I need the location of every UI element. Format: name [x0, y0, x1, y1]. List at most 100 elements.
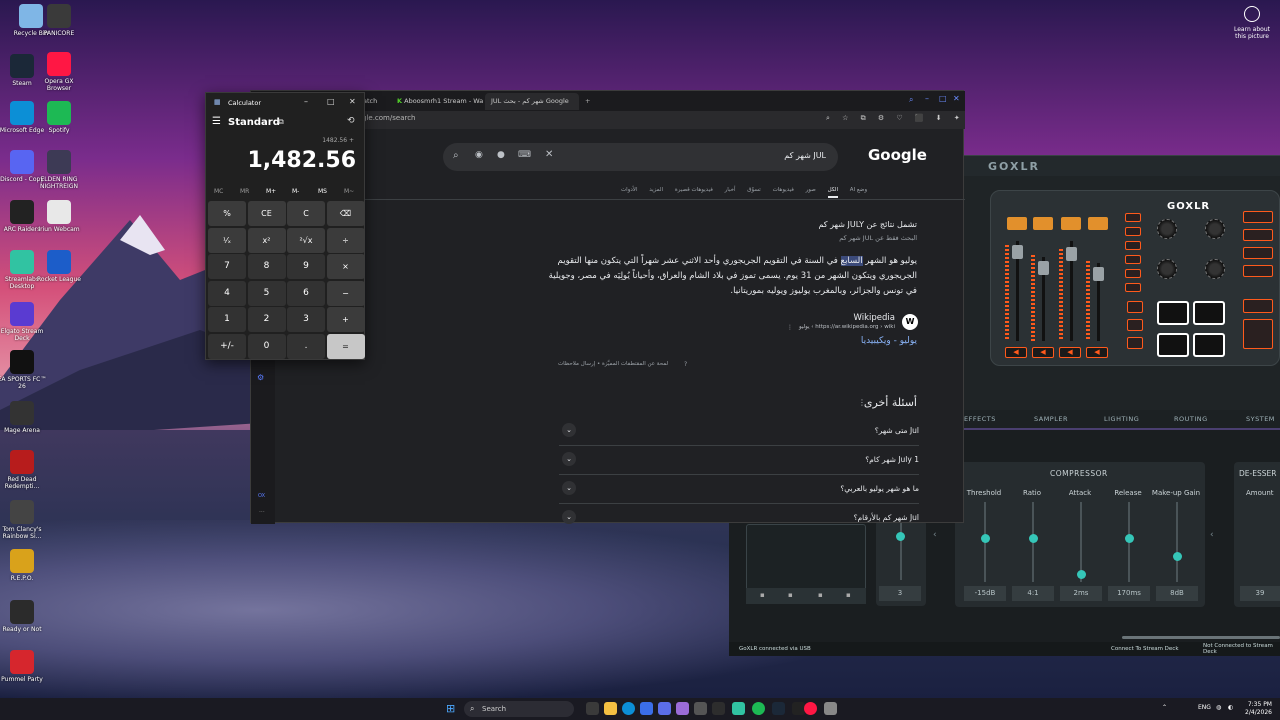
volume-icon[interactable]: ◐ — [1228, 704, 1233, 711]
fader-handle-3[interactable] — [1066, 247, 1077, 261]
param-slider-handle[interactable] — [1076, 570, 1086, 580]
xbox-icon[interactable] — [712, 702, 725, 715]
desktop-icon[interactable]: Red Dead Redempti... — [0, 450, 47, 490]
more-options-icon[interactable]: ⋮ — [858, 398, 866, 407]
minimize-icon[interactable]: – — [925, 94, 929, 103]
google-logo[interactable]: Google — [868, 146, 927, 164]
decimal-button[interactable]: . — [287, 333, 325, 359]
param-value[interactable]: -15dB — [964, 586, 1006, 601]
desktop-icon[interactable]: Spotify — [34, 101, 84, 134]
tab-tools[interactable]: الأدوات — [621, 187, 637, 193]
fader-handle-4[interactable] — [1093, 267, 1104, 281]
copy-icon[interactable]: ▪ — [818, 591, 823, 599]
digit-6-button[interactable]: 6 — [287, 280, 325, 306]
memory-list-button[interactable]: M~ — [344, 188, 354, 195]
percent-button[interactable]: % — [208, 201, 246, 226]
calculator-icon[interactable] — [824, 702, 837, 715]
backspace-button[interactable]: ⌫ — [326, 201, 365, 226]
maximize-icon[interactable]: □ — [939, 94, 947, 103]
sample-pad[interactable] — [1193, 333, 1225, 357]
preset-button[interactable] — [1243, 211, 1273, 223]
lens-icon[interactable]: ◉ — [475, 150, 483, 160]
multiply-button[interactable]: × — [326, 254, 365, 279]
digit-3-button[interactable]: 3 — [287, 307, 325, 332]
param-slider-handle[interactable] — [980, 534, 990, 544]
param-value[interactable]: 4:1 — [1012, 586, 1054, 601]
tab-news[interactable]: أخبار — [725, 187, 736, 193]
effect-button[interactable] — [1125, 227, 1141, 236]
keep-on-top-icon[interactable]: ⧉ — [278, 117, 284, 127]
result-subheading[interactable]: البحث فقط عن JUL شهر كم — [839, 234, 917, 242]
tab-sampler[interactable]: SAMPLER — [1034, 415, 1068, 423]
param-value[interactable]: 170ms — [1108, 586, 1150, 601]
new-tab-icon[interactable]: + — [579, 93, 596, 110]
fx-button[interactable] — [1243, 299, 1273, 313]
toolbar-icons[interactable]: ⌕ ☆ ⧉ ⚙ ♡ ⬛ ⬇ ✦ — [826, 114, 965, 123]
chevron-left-icon[interactable]: ‹ — [1210, 530, 1214, 540]
divide-button[interactable]: ÷ — [326, 227, 365, 253]
google-search-box[interactable]: ⌕ ◉ ● ⌨ ✕ JUL شهر كم — [443, 143, 838, 171]
language-indicator[interactable]: ENG — [1198, 704, 1211, 711]
source-link[interactable]: يوليو - ويكيبيديا — [861, 336, 917, 346]
fader-select-3[interactable]: ◀ — [1059, 347, 1081, 358]
mic-mute-button[interactable] — [1243, 319, 1273, 349]
desktop-icon[interactable]: Elgato Stream Deck — [0, 302, 47, 342]
sample-pad[interactable] — [1193, 301, 1225, 325]
fader-mute-4[interactable] — [1088, 217, 1108, 230]
chevron-down-icon[interactable]: ⌄ — [562, 510, 576, 524]
question-row[interactable]: Jul متى شهر؟ ⌄ — [559, 417, 919, 446]
sample-bank-a[interactable] — [1127, 301, 1143, 313]
desktop-icon[interactable]: PANICORE — [34, 4, 84, 37]
feedback-links[interactable]: لمحة عن المقتطفات المميَّزة • إرسال ملاح… — [558, 361, 668, 367]
fader-select-4[interactable]: ◀ — [1086, 347, 1108, 358]
question-row[interactable]: 1 July شهر كام؟ ⌄ — [559, 446, 919, 475]
fader-select-2[interactable]: ◀ — [1032, 347, 1054, 358]
memory-subtract-button[interactable]: M- — [292, 188, 299, 195]
digit-0-button[interactable]: 0 — [247, 333, 286, 359]
digit-7-button[interactable]: 7 — [208, 254, 246, 279]
fader-mute-1[interactable] — [1007, 217, 1027, 230]
memory-store-button[interactable]: MS — [318, 188, 327, 195]
digit-1-button[interactable]: 1 — [208, 307, 246, 332]
discord-icon[interactable] — [658, 702, 671, 715]
gender-knob[interactable] — [1205, 259, 1225, 279]
preset-button[interactable] — [1243, 265, 1273, 277]
reciprocal-button[interactable]: ¹⁄ₓ — [208, 227, 246, 253]
task-view-icon[interactable] — [586, 702, 599, 715]
fader-handle-1[interactable] — [1012, 245, 1023, 259]
tab-lighting[interactable]: LIGHTING — [1104, 415, 1139, 423]
effect-button[interactable] — [1125, 241, 1141, 250]
subtract-button[interactable]: − — [326, 280, 365, 306]
minimize-icon[interactable]: – — [304, 97, 308, 106]
save-icon[interactable]: ▪ — [760, 591, 765, 599]
close-icon[interactable]: ✕ — [349, 97, 356, 106]
settings-icon[interactable]: ⚙ — [257, 373, 264, 382]
spotify-icon[interactable] — [752, 702, 765, 715]
steam-icon[interactable] — [772, 702, 785, 715]
maximize-icon[interactable]: □ — [327, 97, 335, 106]
desktop-icon[interactable]: Iriun Webcam — [34, 200, 84, 233]
digit-9-button[interactable]: 9 — [287, 254, 325, 279]
keyboard-icon[interactable]: ⌨ — [518, 150, 531, 160]
desktop-icon[interactable]: Pummel Party — [0, 650, 47, 683]
menu-icon[interactable]: ☰ — [212, 116, 221, 127]
desktop-icon[interactable]: Opera GX Browser — [34, 52, 84, 92]
app-icon[interactable] — [694, 702, 707, 715]
network-icon[interactable]: ◍ — [1216, 704, 1221, 711]
param-value[interactable]: 8dB — [1156, 586, 1198, 601]
store-icon[interactable] — [640, 702, 653, 715]
param-value[interactable]: 2ms — [1060, 586, 1102, 601]
edge-icon[interactable] — [622, 702, 635, 715]
gate-value[interactable]: 3 — [879, 586, 921, 601]
question-row[interactable]: Jul شهر كم بالأرقام؟ ⌄ — [559, 504, 919, 533]
fader-mute-2[interactable] — [1033, 217, 1053, 230]
streamlabs-icon[interactable] — [732, 702, 745, 715]
tab-images[interactable]: صور — [806, 187, 816, 193]
search-icon[interactable]: ⌕ — [909, 95, 913, 105]
digit-4-button[interactable]: 4 — [208, 280, 246, 306]
source-name[interactable]: Wikipedia — [854, 313, 895, 323]
microphone-icon[interactable]: ● — [497, 150, 505, 160]
desktop-icon[interactable]: Ready or Not — [0, 600, 47, 633]
gate-slider-handle[interactable] — [896, 532, 905, 541]
effect-button[interactable] — [1125, 255, 1141, 264]
